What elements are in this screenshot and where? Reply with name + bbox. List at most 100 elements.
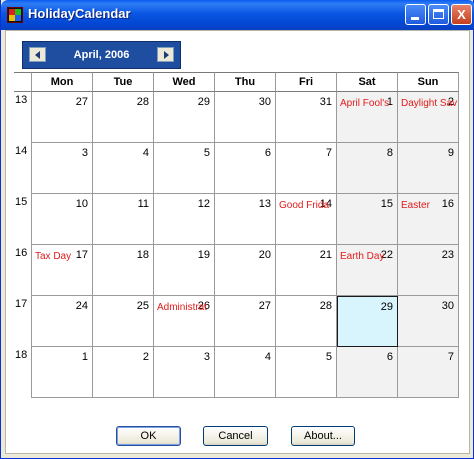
cancel-button[interactable]: Cancel	[203, 426, 268, 446]
arrow-right-icon	[164, 51, 169, 59]
day-cell[interactable]: 1 April Fool's	[337, 92, 398, 143]
day-cell[interactable]: 7	[276, 143, 337, 194]
day-number: 24	[75, 300, 88, 312]
day-cell[interactable]: 30	[398, 296, 459, 347]
holiday-label: April Fool's	[340, 98, 390, 109]
day-number: 8	[386, 147, 393, 159]
day-cell[interactable]: 18	[93, 245, 154, 296]
weekday-header: Mon	[32, 72, 93, 92]
day-number: 16	[441, 198, 454, 210]
close-button[interactable]: X	[451, 4, 472, 25]
day-number: 2	[142, 351, 149, 363]
next-month-button[interactable]	[157, 47, 174, 62]
weekday-header: Sat	[337, 72, 398, 92]
day-number: 28	[319, 300, 332, 312]
day-cell[interactable]: 2	[93, 347, 154, 398]
day-number: 3	[81, 147, 88, 159]
grid-corner	[14, 72, 32, 92]
day-cell[interactable]: 4	[93, 143, 154, 194]
day-cell[interactable]: 4	[215, 347, 276, 398]
week-number: 13	[15, 94, 28, 106]
day-cell[interactable]: 3	[154, 347, 215, 398]
holiday-label: Daylight Sav	[401, 98, 458, 109]
previous-month-button[interactable]	[29, 47, 46, 62]
day-cell[interactable]: 31	[276, 92, 337, 143]
close-icon: X	[457, 7, 466, 22]
day-cell[interactable]: 28	[276, 296, 337, 347]
day-cell[interactable]: 9	[398, 143, 459, 194]
day-cell[interactable]: 27	[32, 92, 93, 143]
weekday-header: Sun	[398, 72, 459, 92]
holiday-label: Earth Day	[340, 251, 385, 262]
day-cell[interactable]: 24	[32, 296, 93, 347]
day-cell[interactable]: 15	[337, 194, 398, 245]
maximize-button[interactable]	[428, 4, 449, 25]
calendar-app-icon[interactable]	[7, 7, 23, 23]
day-cell[interactable]: 21	[276, 245, 337, 296]
day-number: 11	[137, 198, 149, 210]
day-cell[interactable]: 30	[215, 92, 276, 143]
day-number: 17	[75, 249, 88, 261]
day-cell[interactable]: 12	[154, 194, 215, 245]
day-number: 29	[197, 96, 210, 108]
day-number: 20	[258, 249, 271, 261]
day-number: 30	[441, 300, 454, 312]
calendar-panel: April, 2006 Mon Tue Wed Thu Fri Sat Sun 13 27 28 2…	[5, 30, 470, 454]
day-cell[interactable]: 6	[215, 143, 276, 194]
day-cell[interactable]: 19	[154, 245, 215, 296]
day-cell[interactable]: 17 Tax Day	[32, 245, 93, 296]
day-number: 5	[325, 351, 332, 363]
day-number: 4	[264, 351, 271, 363]
day-cell[interactable]: 7	[398, 347, 459, 398]
day-number: 12	[197, 198, 210, 210]
day-cell[interactable]: 5	[154, 143, 215, 194]
day-number: 19	[197, 249, 210, 261]
day-number: 7	[325, 147, 332, 159]
week-number-cell: 13	[14, 92, 32, 143]
day-cell-today[interactable]: 29	[337, 296, 398, 347]
week-number-cell: 17	[14, 296, 32, 347]
day-number: 27	[258, 300, 271, 312]
day-cell[interactable]: 29	[154, 92, 215, 143]
day-cell[interactable]: 13	[215, 194, 276, 245]
day-cell[interactable]: 5	[276, 347, 337, 398]
weekday-header: Wed	[154, 72, 215, 92]
day-cell[interactable]: 26 Administrat	[154, 296, 215, 347]
weekday-header: Tue	[93, 72, 154, 92]
day-cell[interactable]: 6	[337, 347, 398, 398]
day-cell[interactable]: 28	[93, 92, 154, 143]
day-number: 7	[447, 351, 454, 363]
holiday-label: Good Frida	[279, 200, 330, 211]
day-cell[interactable]: 11	[93, 194, 154, 245]
day-number: 1	[81, 351, 88, 363]
day-cell[interactable]: 27	[215, 296, 276, 347]
day-cell[interactable]: 22 Earth Day	[337, 245, 398, 296]
ok-button[interactable]: OK	[116, 426, 181, 446]
day-cell[interactable]: 3	[32, 143, 93, 194]
day-cell[interactable]: 16 Easter	[398, 194, 459, 245]
week-number: 16	[15, 247, 28, 259]
day-number: 13	[258, 198, 271, 210]
window-title: HolidayCalendar	[28, 6, 131, 21]
day-cell[interactable]: 10	[32, 194, 93, 245]
day-cell[interactable]: 25	[93, 296, 154, 347]
day-number: 23	[441, 249, 454, 261]
day-cell[interactable]: 8	[337, 143, 398, 194]
day-number: 6	[386, 351, 393, 363]
day-cell[interactable]: 20	[215, 245, 276, 296]
day-number: 25	[136, 300, 149, 312]
title-bar[interactable]: HolidayCalendar X	[1, 0, 474, 30]
day-number: 9	[447, 147, 454, 159]
day-cell[interactable]: 2 Daylight Sav	[398, 92, 459, 143]
day-number: 28	[136, 96, 149, 108]
day-cell[interactable]: 1	[32, 347, 93, 398]
weekday-header: Fri	[276, 72, 337, 92]
day-number: 6	[264, 147, 271, 159]
day-cell[interactable]: 23	[398, 245, 459, 296]
about-button[interactable]: About...	[291, 426, 355, 446]
app-window: HolidayCalendar X April, 2006 Mon Tue Wed T…	[0, 0, 474, 459]
day-cell[interactable]: 14 Good Frida	[276, 194, 337, 245]
day-number: 21	[319, 249, 332, 261]
holiday-label: Tax Day	[35, 251, 72, 262]
minimize-button[interactable]	[405, 4, 426, 25]
